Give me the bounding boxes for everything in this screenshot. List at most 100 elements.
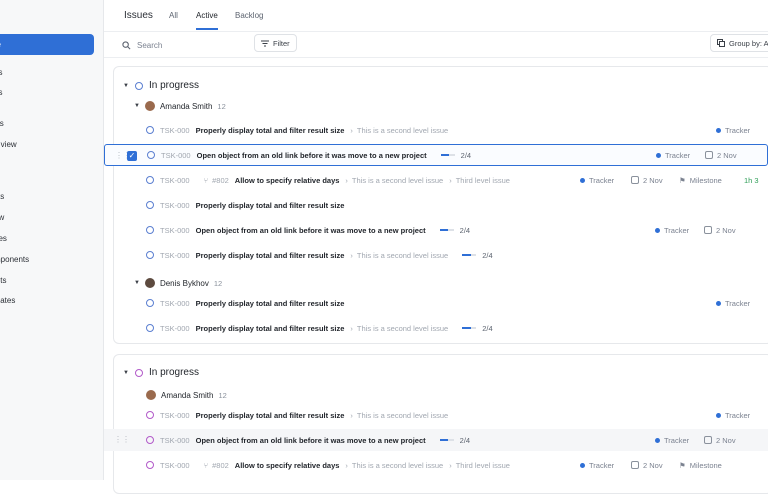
tracker-label[interactable]: Tracker: [716, 299, 750, 308]
milestone-label[interactable]: ⚑ Milestone: [679, 461, 722, 470]
tracker-label[interactable]: Tracker: [656, 151, 690, 160]
table-row[interactable]: TSK-000 Open object from an old link bef…: [104, 219, 768, 241]
chevron-down-icon[interactable]: ▼: [123, 83, 129, 89]
time-estimate[interactable]: 1h 3: [744, 176, 759, 185]
calendar-icon: [631, 176, 639, 184]
issue-id[interactable]: TSK-000: [160, 226, 190, 235]
chevron-down-icon[interactable]: ▼: [123, 370, 129, 376]
search-input[interactable]: Search: [122, 38, 162, 52]
in-progress-icon: [146, 324, 154, 332]
active-tab-indicator: [196, 28, 218, 30]
issue-title[interactable]: Allow to specify relative days: [235, 461, 340, 470]
user-group-header[interactable]: Amanda Smith 12: [146, 390, 227, 400]
issue-id[interactable]: TSK-000: [160, 176, 190, 185]
tab-all[interactable]: All: [169, 11, 178, 20]
issue-id[interactable]: TSK-000: [160, 126, 190, 135]
group-by-button[interactable]: Group by: A: [710, 34, 768, 52]
due-date[interactable]: 2 Nov: [704, 226, 736, 235]
milestone-label[interactable]: ⚑ Milestone: [679, 176, 722, 185]
calendar-icon: [704, 226, 712, 234]
issue-id[interactable]: TSK-000: [160, 324, 190, 333]
tracker-label[interactable]: Tracker: [580, 176, 614, 185]
group-header[interactable]: ▼ In progress: [123, 80, 199, 91]
sidebar-item[interactable]: ow: [0, 213, 4, 222]
issue-id[interactable]: TSK-000: [160, 201, 190, 210]
sub-issue-id[interactable]: #802: [212, 176, 229, 185]
tracker-label[interactable]: Tracker: [580, 461, 614, 470]
in-progress-icon: [146, 461, 154, 469]
table-row[interactable]: ⋮⋮ TSK-000 Open object from an old link …: [104, 429, 768, 451]
issue-title[interactable]: Properly display total and filter result…: [196, 126, 345, 135]
issue-title[interactable]: Properly display total and filter result…: [196, 299, 345, 308]
issue-title[interactable]: Open object from an old link before it w…: [196, 226, 426, 235]
group-header[interactable]: ▼ In progress: [123, 367, 199, 378]
in-progress-icon: [134, 368, 143, 377]
tracker-dot-icon: [716, 127, 721, 133]
sub-issue-id[interactable]: #802: [212, 461, 229, 470]
issue-id[interactable]: TSK-000: [160, 299, 190, 308]
sidebar-item[interactable]: mponents: [0, 255, 29, 264]
new-issue-button[interactable]: ue: [0, 34, 94, 55]
issue-id[interactable]: TSK-000: [160, 411, 190, 420]
due-date[interactable]: 2 Nov: [704, 436, 736, 445]
table-row[interactable]: TSK-000 ⑂ #802 Allow to specify relative…: [104, 169, 768, 191]
table-row[interactable]: TSK-000 Properly display total and filte…: [104, 244, 768, 266]
chevron-right-icon: ›: [350, 323, 353, 333]
search-placeholder: Search: [137, 40, 163, 50]
search-icon: [122, 40, 131, 49]
sidebar-item[interactable]: es: [0, 88, 2, 97]
table-row[interactable]: TSK-000 ⑂ #802 Allow to specify relative…: [104, 454, 768, 476]
in-progress-icon: [134, 81, 143, 90]
drag-handle-icon[interactable]: ⋮⋮: [114, 435, 130, 444]
sidebar-item[interactable]: es: [0, 68, 2, 77]
table-row[interactable]: ⋮⋮ ✓ TSK-000 Open object from an old lin…: [104, 144, 768, 166]
due-date[interactable]: 2 Nov: [705, 151, 737, 160]
group-title: In progress: [148, 367, 199, 378]
tracker-label[interactable]: Tracker: [655, 226, 689, 235]
table-row[interactable]: TSK-000 Properly display total and filte…: [104, 404, 768, 426]
in-progress-icon: [146, 176, 154, 184]
issue-id[interactable]: TSK-000: [160, 251, 190, 260]
tab-active[interactable]: Active: [196, 11, 218, 20]
user-group-header[interactable]: ▼ Amanda Smith 12: [134, 101, 226, 111]
due-date[interactable]: 2 Nov: [631, 461, 663, 470]
issue-id[interactable]: TSK-000: [160, 436, 190, 445]
issue-title[interactable]: Properly display total and filter result…: [196, 411, 345, 420]
checkbox[interactable]: ✓: [127, 151, 137, 161]
chevron-down-icon[interactable]: ▼: [134, 280, 140, 286]
chevron-right-icon: ›: [345, 460, 348, 470]
tracker-label[interactable]: Tracker: [716, 126, 750, 135]
issue-title[interactable]: Allow to specify relative days: [235, 176, 340, 185]
sidebar-item[interactable]: plates: [0, 296, 15, 305]
issue-id[interactable]: TSK-000: [161, 151, 191, 160]
sidebar-item[interactable]: ints: [0, 276, 6, 285]
progress: 2/4: [439, 436, 470, 445]
table-row[interactable]: TSK-000 Properly display total and filte…: [104, 292, 768, 314]
sidebar: ue es es ws e view w cts ow ues mponents…: [0, 0, 104, 480]
issue-id[interactable]: TSK-000: [160, 461, 190, 470]
filter-label: Filter: [273, 38, 290, 48]
avatar: [144, 278, 155, 288]
issue-title[interactable]: Properly display total and filter result…: [196, 251, 345, 260]
sidebar-item[interactable]: ues: [0, 234, 7, 243]
chevron-down-icon[interactable]: ▼: [134, 103, 140, 109]
user-group-header[interactable]: ▼ Denis Bykhov 12: [134, 278, 222, 288]
due-date[interactable]: 2 Nov: [631, 176, 663, 185]
filter-button[interactable]: Filter: [254, 34, 297, 52]
issue-title[interactable]: Properly display total and filter result…: [196, 324, 345, 333]
tracker-label[interactable]: Tracker: [716, 411, 750, 420]
table-row[interactable]: TSK-000 Properly display total and filte…: [104, 194, 768, 216]
tab-backlog[interactable]: Backlog: [235, 11, 263, 20]
sub-issue-label: Third level issue: [455, 460, 510, 470]
issue-title[interactable]: Open object from an old link before it w…: [197, 151, 427, 160]
sidebar-item[interactable]: ws: [0, 119, 4, 128]
sidebar-item[interactable]: cts: [0, 192, 4, 201]
sidebar-item[interactable]: e view: [0, 140, 17, 149]
table-row[interactable]: TSK-000 Properly display total and filte…: [104, 317, 768, 339]
issue-title[interactable]: Properly display total and filter result…: [196, 201, 345, 210]
milestone-icon: ⚑: [679, 460, 686, 470]
table-row[interactable]: TSK-000 Properly display total and filte…: [104, 119, 768, 141]
issue-title[interactable]: Open object from an old link before it w…: [196, 436, 426, 445]
tracker-label[interactable]: Tracker: [655, 436, 689, 445]
tracker-dot-icon: [580, 462, 585, 468]
